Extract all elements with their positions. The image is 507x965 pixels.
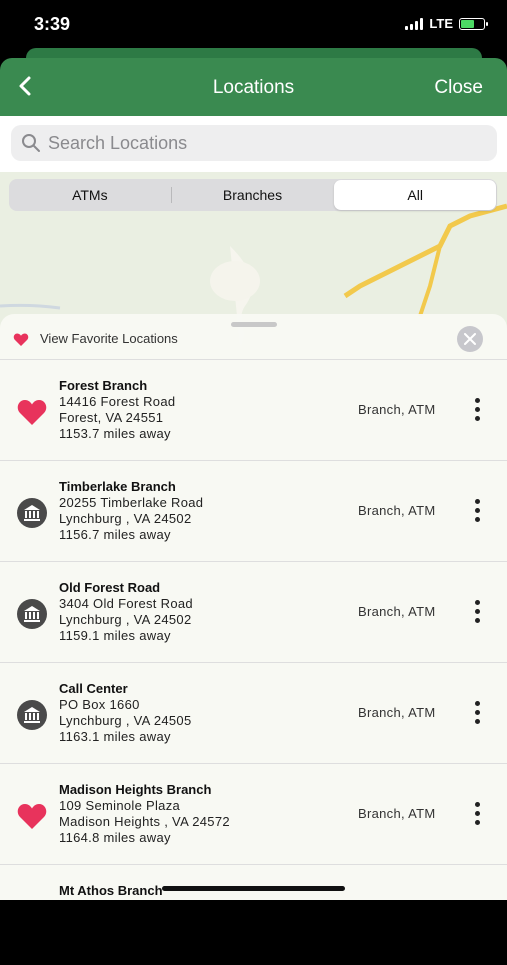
location-name: Old Forest Road [59, 580, 161, 595]
location-distance: 1164.8 miles away [59, 830, 171, 845]
location-name: Forest Branch [59, 378, 148, 393]
location-type: Branch, ATM [358, 806, 436, 821]
heart-icon[interactable] [16, 396, 48, 428]
segment-branches[interactable]: Branches [172, 179, 334, 211]
more-options-icon[interactable] [470, 600, 484, 626]
status-indicators: LTE [405, 16, 488, 31]
page-title: Locations [212, 77, 295, 98]
location-name: Mt Athos Branch [59, 883, 163, 898]
search-icon [22, 134, 40, 152]
search-input[interactable]: Search Locations [11, 125, 497, 161]
signal-icon [405, 17, 424, 30]
location-city: Lynchburg , VA 24502 [59, 612, 192, 627]
bank-icon[interactable] [16, 699, 48, 731]
more-options-icon[interactable] [470, 701, 484, 727]
locations-list: Forest Branch 14416 Forest Road Forest, … [0, 359, 507, 965]
locations-panel: View Favorite Locations Forest Branch 14… [0, 314, 507, 900]
location-distance: 1153.7 miles away [59, 426, 171, 441]
bank-icon[interactable] [16, 598, 48, 630]
search-bar: Search Locations [0, 116, 507, 172]
heart-icon [13, 333, 29, 346]
list-item[interactable]: Forest Branch 14416 Forest Road Forest, … [0, 359, 507, 460]
location-distance: 1159.1 miles away [59, 628, 171, 643]
more-options-icon[interactable] [470, 499, 484, 525]
home-indicator [162, 886, 345, 891]
location-type: Branch, ATM [358, 705, 436, 720]
location-address: 20255 Timberlake Road [59, 495, 204, 510]
list-item[interactable]: Old Forest Road 3404 Old Forest Road Lyn… [0, 561, 507, 662]
location-distance: 1156.7 miles away [59, 527, 171, 542]
location-distance: 1163.1 miles away [59, 729, 171, 744]
location-city: Lynchburg , VA 24505 [59, 713, 192, 728]
nav-bar: Locations Close [0, 58, 507, 116]
status-bar: 3:39 LTE [0, 0, 507, 50]
close-panel-button[interactable] [457, 326, 483, 352]
location-city: Lynchburg , VA 24502 [59, 511, 192, 526]
close-button[interactable]: Close [434, 77, 483, 99]
location-type: Branch, ATM [358, 503, 436, 518]
location-address: 109 Seminole Plaza [59, 798, 181, 813]
view-favorites-label: View Favorite Locations [40, 331, 178, 346]
location-type: Branch, ATM [358, 402, 436, 417]
location-name: Timberlake Branch [59, 479, 176, 494]
status-time: 3:39 [34, 14, 71, 34]
location-name: Call Center [59, 681, 128, 696]
location-address: 3404 Old Forest Road [59, 596, 193, 611]
filter-segmented-control: ATMs Branches All [9, 179, 497, 211]
list-item[interactable]: Madison Heights Branch 109 Seminole Plaz… [0, 763, 507, 864]
more-options-icon[interactable] [470, 398, 484, 424]
more-options-icon[interactable] [470, 802, 484, 828]
location-name: Madison Heights Branch [59, 782, 212, 797]
list-item[interactable]: Mt Athos Branch [0, 864, 507, 965]
list-item[interactable]: Call Center PO Box 1660 Lynchburg , VA 2… [0, 662, 507, 763]
segment-all[interactable]: All [334, 180, 497, 210]
heart-icon[interactable] [16, 800, 48, 832]
location-address: PO Box 1660 [59, 697, 140, 712]
list-item[interactable]: Timberlake Branch 20255 Timberlake Road … [0, 460, 507, 561]
bank-icon[interactable] [16, 497, 48, 529]
close-icon [464, 333, 476, 345]
location-address: 14416 Forest Road [59, 394, 176, 409]
location-city: Forest, VA 24551 [59, 410, 164, 425]
location-city: Madison Heights , VA 24572 [59, 814, 230, 829]
battery-icon [459, 17, 488, 30]
network-label: LTE [429, 16, 453, 31]
location-type: Branch, ATM [358, 604, 436, 619]
view-favorites-row[interactable]: View Favorite Locations [0, 326, 507, 360]
segment-atms[interactable]: ATMs [9, 179, 171, 211]
search-placeholder: Search Locations [48, 133, 188, 153]
